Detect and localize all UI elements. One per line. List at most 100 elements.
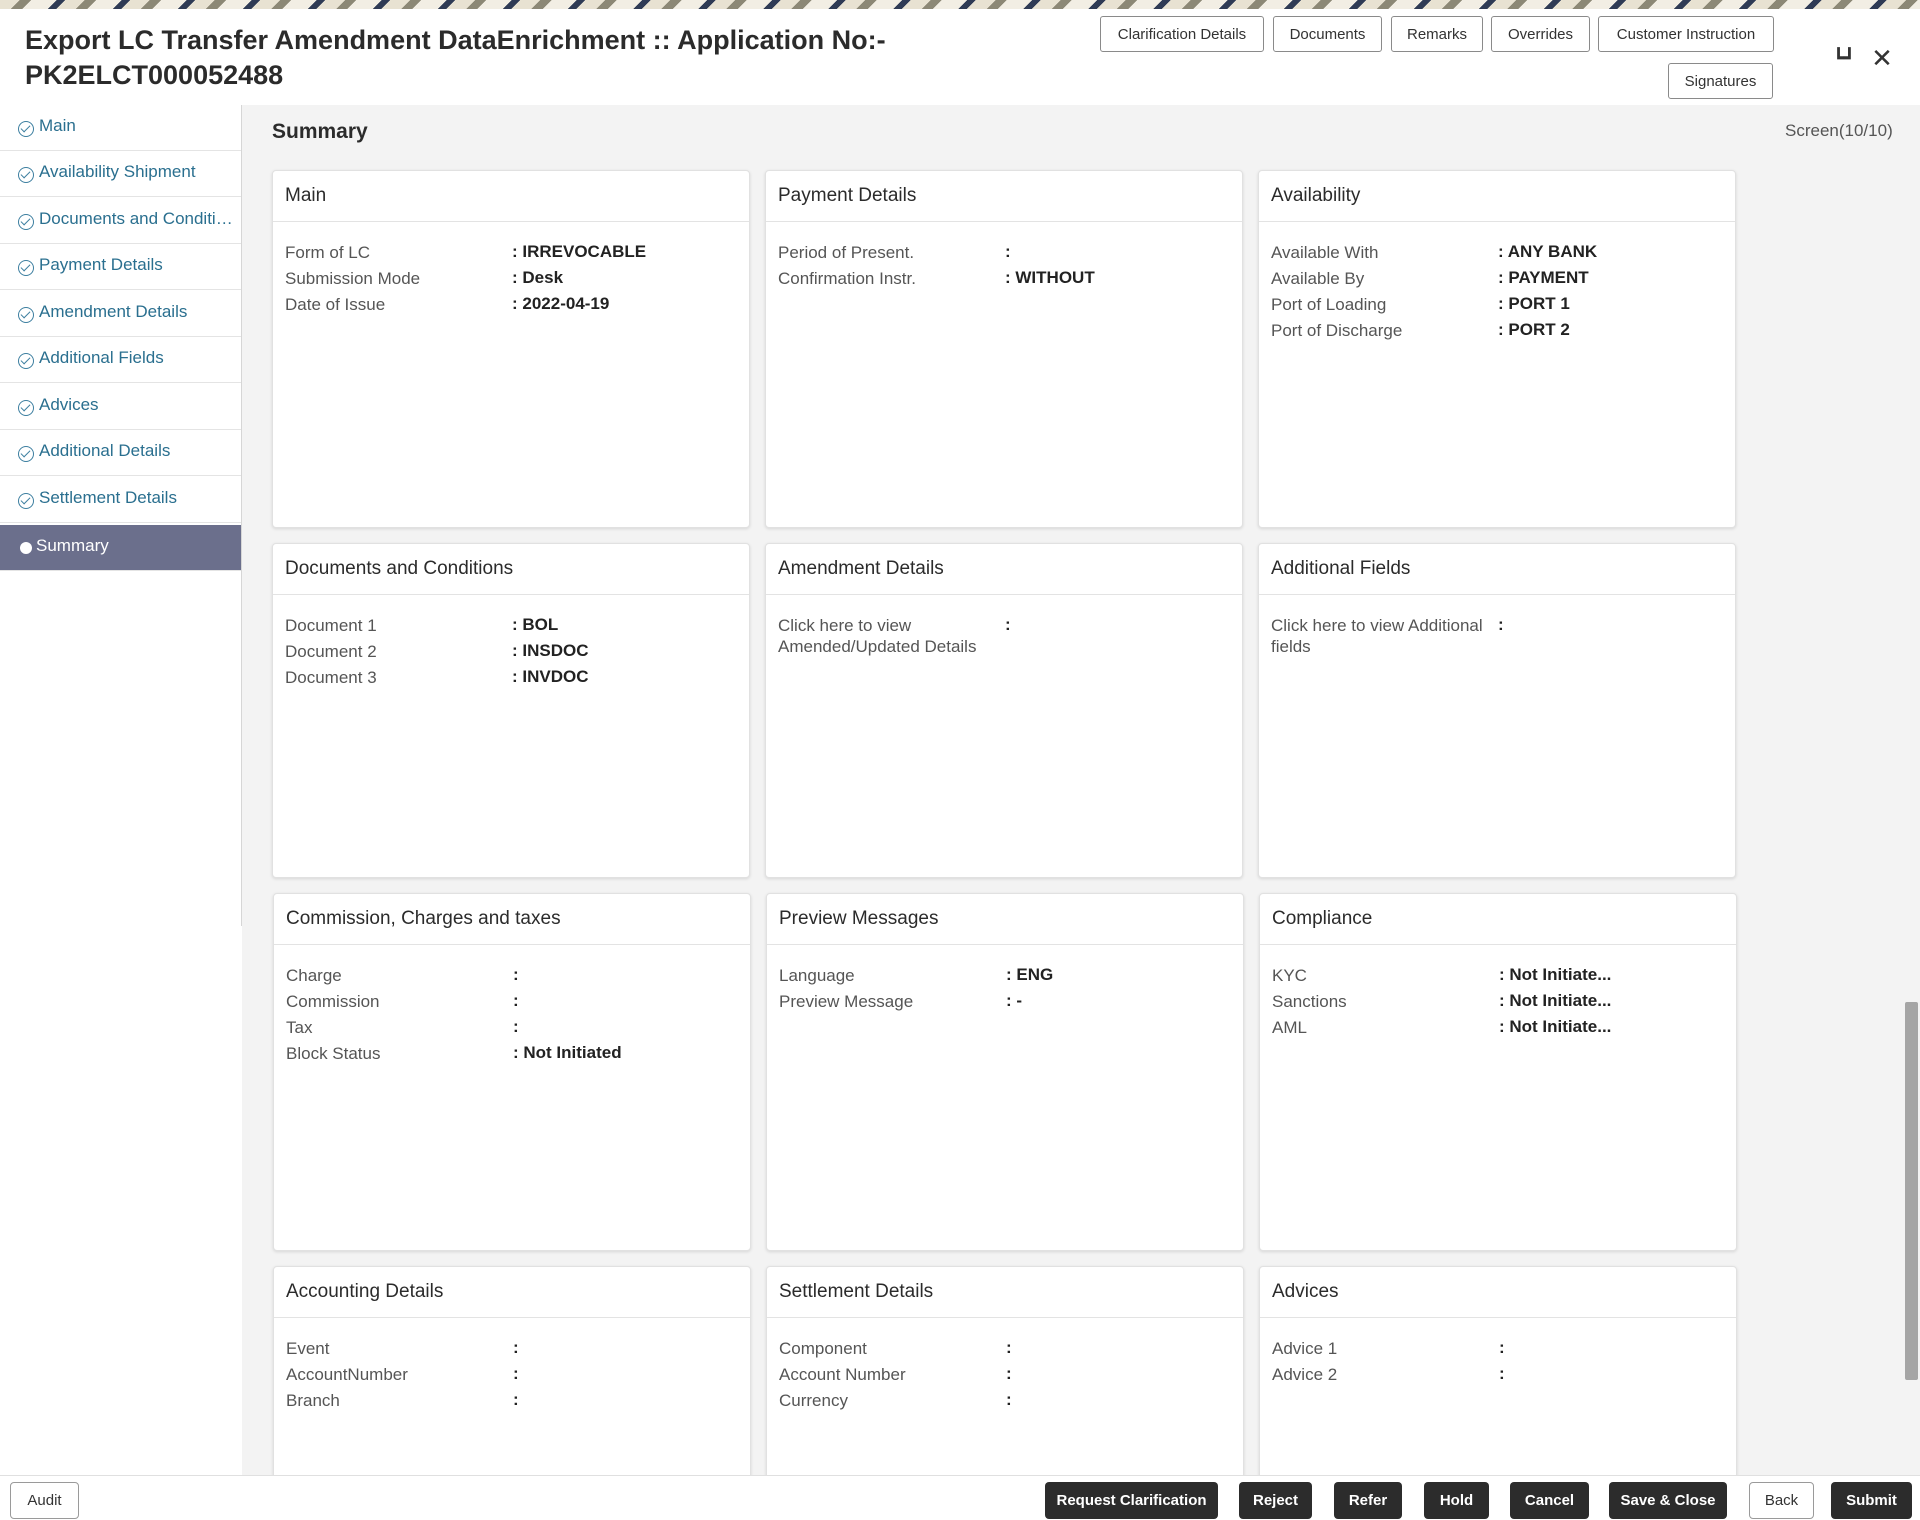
- card-settlement-details[interactable]: Settlement Details Component: Account Nu…: [766, 1266, 1244, 1486]
- field-value: :: [1498, 615, 1504, 635]
- card-main[interactable]: Main Form of LC: IRREVOCABLE Submission …: [272, 170, 750, 528]
- check-circle-icon: [18, 353, 34, 369]
- field-label: KYC: [1272, 965, 1492, 986]
- field-label: Tax: [286, 1017, 506, 1038]
- field-label: Date of Issue: [285, 294, 505, 315]
- card-advices[interactable]: Advices Advice 1: Advice 2:: [1259, 1266, 1737, 1486]
- sidebar-item-payment-details[interactable]: Payment Details: [0, 244, 241, 290]
- card-accounting-details[interactable]: Accounting Details Event: AccountNumber:…: [273, 1266, 751, 1486]
- field-value: : 2022-04-19: [512, 294, 609, 314]
- clarification-details-button[interactable]: Clarification Details: [1100, 16, 1264, 52]
- field-value: :: [513, 1017, 519, 1037]
- documents-button[interactable]: Documents: [1273, 16, 1382, 52]
- reject-button[interactable]: Reject: [1239, 1482, 1312, 1519]
- sidebar-item-amendment-details[interactable]: Amendment Details: [0, 291, 241, 337]
- field-value: :: [513, 1390, 519, 1410]
- field-label: Sanctions: [1272, 991, 1492, 1012]
- audit-button[interactable]: Audit: [10, 1482, 79, 1519]
- sidebar-item-documents-conditions[interactable]: Documents and Conditi…: [0, 198, 241, 244]
- card-title: Preview Messages: [767, 894, 1243, 945]
- back-button[interactable]: Back: [1749, 1482, 1814, 1519]
- check-circle-icon: [18, 400, 34, 416]
- field-label: Charge: [286, 965, 506, 986]
- field-row: Click here to view Amended/Updated Detai…: [766, 615, 1242, 641]
- minimize-window-icon[interactable]: ┗┛: [1828, 43, 1860, 75]
- remarks-button[interactable]: Remarks: [1391, 16, 1483, 52]
- field-value: : ENG: [1006, 965, 1053, 985]
- sidebar-item-additional-details[interactable]: Additional Details: [0, 430, 241, 476]
- sidebar-item-summary[interactable]: Summary: [0, 525, 241, 571]
- sidebar-item-additional-fields[interactable]: Additional Fields: [0, 337, 241, 383]
- field-label: Document 3: [285, 667, 505, 688]
- card-amendment-details[interactable]: Amendment Details Click here to view Ame…: [765, 543, 1243, 878]
- signatures-button[interactable]: Signatures: [1668, 63, 1773, 99]
- field-row: Document 3: INVDOC: [273, 667, 749, 693]
- sidebar-item-label: Documents and Conditi…: [39, 209, 235, 229]
- sidebar-item-availability-shipment[interactable]: Availability Shipment: [0, 151, 241, 197]
- card-title: Payment Details: [766, 171, 1242, 222]
- submit-button[interactable]: Submit: [1831, 1482, 1912, 1519]
- card-availability[interactable]: Availability Available With: ANY BANK Av…: [1258, 170, 1736, 528]
- save-close-button[interactable]: Save & Close: [1609, 1482, 1727, 1519]
- amended-details-link[interactable]: Click here to view Amended/Updated Detai…: [778, 615, 998, 657]
- customer-instruction-button[interactable]: Customer Instruction: [1598, 16, 1774, 52]
- field-row: Component:: [767, 1338, 1243, 1364]
- field-row: Language: ENG: [767, 965, 1243, 991]
- field-row: Period of Present.:: [766, 242, 1242, 268]
- card-payment-details[interactable]: Payment Details Period of Present.: Conf…: [765, 170, 1243, 528]
- field-value: : WITHOUT: [1005, 268, 1095, 288]
- card-preview-messages[interactable]: Preview Messages Language: ENG Preview M…: [766, 893, 1244, 1251]
- field-value: : Not Initiate...: [1499, 1017, 1611, 1037]
- field-label: Account Number: [779, 1364, 999, 1385]
- sidebar-item-main[interactable]: Main: [0, 105, 241, 151]
- field-label: Currency: [779, 1390, 999, 1411]
- field-row: Account Number:: [767, 1364, 1243, 1390]
- field-label: Preview Message: [779, 991, 999, 1012]
- check-circle-icon: [18, 121, 34, 137]
- field-row: KYC : Not Initiate...: [1260, 965, 1736, 991]
- page-title: Export LC Transfer Amendment DataEnrichm…: [25, 23, 925, 93]
- field-row: Document 1: BOL: [273, 615, 749, 641]
- refer-button[interactable]: Refer: [1334, 1482, 1402, 1519]
- cancel-button[interactable]: Cancel: [1510, 1482, 1589, 1519]
- field-row: Date of Issue : 2022-04-19: [273, 294, 749, 320]
- sidebar-item-label: Advices: [39, 395, 235, 415]
- card-title: Additional Fields: [1259, 544, 1735, 595]
- field-label: AccountNumber: [286, 1364, 506, 1385]
- field-label: Block Status: [286, 1043, 506, 1064]
- field-row: Tax:: [274, 1017, 750, 1043]
- sidebar-item-label: Main: [39, 116, 235, 136]
- field-value: :: [513, 965, 519, 985]
- field-value: : Not Initiate...: [1499, 965, 1611, 985]
- field-label: Advice 1: [1272, 1338, 1492, 1359]
- card-commission-charges-taxes[interactable]: Commission, Charges and taxes Charge: Co…: [273, 893, 751, 1251]
- vertical-scrollbar[interactable]: [1905, 1002, 1918, 1380]
- overrides-button[interactable]: Overrides: [1491, 16, 1590, 52]
- card-compliance[interactable]: Compliance KYC: Not Initiate... Sanction…: [1259, 893, 1737, 1251]
- card-title: Advices: [1260, 1267, 1736, 1318]
- field-label: Available With: [1271, 242, 1491, 263]
- field-value: : INSDOC: [512, 641, 589, 661]
- hold-button[interactable]: Hold: [1424, 1482, 1489, 1519]
- field-value: : Not Initiate...: [1499, 991, 1611, 1011]
- field-label: Commission: [286, 991, 506, 1012]
- field-label: Event: [286, 1338, 506, 1359]
- card-additional-fields[interactable]: Additional Fields Click here to view Add…: [1258, 543, 1736, 878]
- field-value: : BOL: [512, 615, 558, 635]
- sidebar-item-settlement-details[interactable]: Settlement Details: [0, 477, 241, 523]
- request-clarification-button[interactable]: Request Clarification: [1045, 1482, 1218, 1519]
- field-row: Block Status: Not Initiated: [274, 1043, 750, 1069]
- additional-fields-link[interactable]: Click here to view Additional fields: [1271, 615, 1491, 657]
- field-row: Document 2: INSDOC: [273, 641, 749, 667]
- sidebar-item-advices[interactable]: Advices: [0, 384, 241, 430]
- close-icon[interactable]: ✕: [1866, 43, 1898, 75]
- card-title: Commission, Charges and taxes: [274, 894, 750, 945]
- check-circle-icon: [18, 446, 34, 462]
- field-row: Submission Mode: Desk: [273, 268, 749, 294]
- card-documents-conditions[interactable]: Documents and Conditions Document 1: BOL…: [272, 543, 750, 878]
- field-label: Available By: [1271, 268, 1491, 289]
- field-row: Currency:: [767, 1390, 1243, 1416]
- check-circle-icon: [18, 307, 34, 323]
- check-circle-icon: [18, 260, 34, 276]
- active-step-dot-icon: [20, 542, 32, 554]
